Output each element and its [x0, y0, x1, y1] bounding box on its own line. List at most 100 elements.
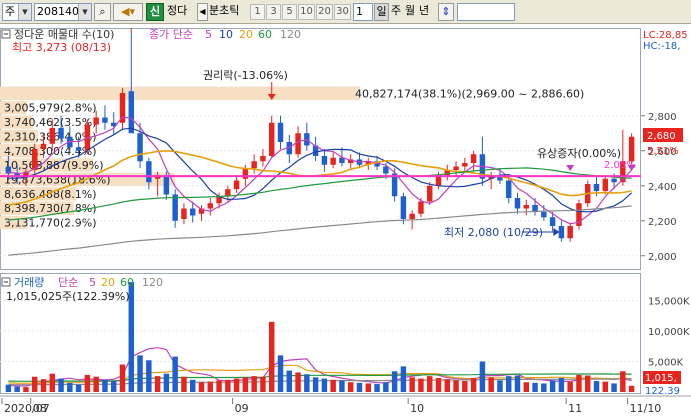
x-tick-label: 11/10: [630, 402, 662, 415]
new-badge[interactable]: 신: [146, 3, 164, 21]
candle-body: [163, 175, 170, 195]
volume-bar: [400, 366, 407, 392]
candle-body: [207, 203, 213, 209]
period-button-10[interactable]: 10: [298, 4, 315, 20]
candle-body: [418, 201, 424, 214]
code-input[interactable]: 208140 ▼: [34, 3, 92, 21]
volume-bar: [418, 378, 424, 392]
profile-bar: [0, 86, 360, 101]
candle-body: [453, 166, 459, 170]
chevron-down-icon[interactable]: ▼: [78, 4, 91, 20]
volume-ma-60: 60: [120, 276, 134, 289]
period-button-3[interactable]: 3: [266, 4, 281, 20]
ma-period-60: 60: [258, 28, 272, 41]
candle-body: [260, 156, 266, 162]
candle-body: [567, 226, 573, 239]
market-select[interactable]: 주 ▼: [2, 3, 32, 21]
period-value: 1: [356, 5, 363, 18]
candle-body: [233, 180, 240, 190]
candle-body: [49, 128, 55, 144]
prev-button[interactable]: ◀: [197, 3, 208, 21]
candle-body: [409, 213, 415, 219]
candle-body: [93, 117, 99, 125]
volume-bar: [154, 376, 161, 392]
volume-bar: [488, 377, 494, 392]
volume-bar: [497, 380, 503, 392]
ma-period-120: 120: [280, 28, 301, 41]
hc-label: HC:-18,: [643, 41, 680, 52]
volume-bar: [585, 375, 591, 392]
period-button-5[interactable]: 5: [282, 4, 297, 20]
candle-body: [251, 161, 257, 169]
volume-tick-label: 10,000K: [648, 327, 690, 338]
candle-body: [321, 156, 328, 165]
code-value: 208140: [37, 5, 79, 18]
volume-bar: [32, 376, 38, 392]
sort-button[interactable]: ⇕: [438, 3, 454, 21]
candle-body: [593, 184, 600, 191]
period-input[interactable]: 1: [353, 3, 373, 21]
volume-bar: [49, 373, 55, 392]
speaker-button[interactable]: ◀▾: [113, 3, 143, 21]
volume-bar: [330, 379, 336, 392]
y-tick-label: 2,200: [648, 217, 677, 228]
tick-label[interactable]: 분초틱: [209, 3, 249, 21]
volume-bar: [444, 379, 450, 392]
volume-panel-title: 거래량: [14, 276, 44, 289]
period-button-20[interactable]: 20: [316, 4, 333, 20]
rights-annotation: 권리락(-13.06%): [203, 69, 288, 82]
y-axis-area: [641, 28, 691, 394]
candle-body: [40, 143, 47, 149]
candle-body: [225, 189, 231, 197]
price-panel-title: 정다운 매물대 수(10): [14, 28, 114, 41]
volume-bar: [321, 378, 328, 392]
lc-label: LC:28,85: [643, 30, 688, 41]
candle-body: [506, 180, 512, 198]
stock-chart[interactable]: 40,827,174(38.1%)(2,969.00 ~ 2,886.60) 3,…: [0, 24, 691, 418]
candle-body: [137, 133, 143, 162]
x-tick-label: 08: [33, 402, 47, 415]
volume-bar: [549, 380, 556, 392]
scrollbar-track[interactable]: [0, 395, 691, 397]
current-change: 5.51%: [647, 146, 679, 157]
volume-bar: [339, 380, 345, 392]
candle-body: [383, 166, 389, 174]
volume-tick-label: 5,000K: [648, 357, 684, 368]
ma-period-10: 10: [219, 28, 233, 41]
volume-ma-label: 단순: [58, 276, 78, 289]
volume-bar: [233, 378, 240, 392]
chevron-down-icon[interactable]: ▼: [18, 4, 31, 20]
volume-bar: [383, 382, 389, 392]
volume-ma-120: 120: [142, 276, 163, 289]
chart-area[interactable]: 40,827,174(38.1%)(2,969.00 ~ 2,886.60) 3,…: [0, 24, 691, 418]
volume-bar: [14, 386, 20, 392]
volume-bar: [312, 377, 319, 392]
volume-bar: [286, 370, 292, 392]
week-button[interactable]: 주: [389, 3, 403, 21]
volume-bar: [93, 376, 99, 392]
profile-label: 8,636,488(8.1%): [4, 188, 97, 201]
candle-body: [470, 154, 477, 163]
volume-bar: [295, 372, 301, 392]
candle-body: [277, 122, 284, 142]
day-button[interactable]: 일: [374, 3, 389, 21]
volume-bar: [611, 383, 617, 392]
volume-bar: [269, 321, 275, 392]
speaker-icon: ◀▾: [121, 5, 135, 18]
ma-period-5: 5: [205, 28, 212, 41]
candle-body: [58, 128, 64, 139]
period-button-1[interactable]: 1: [250, 4, 265, 20]
volume-bar: [40, 379, 47, 392]
up-down-icon: ⇕: [441, 5, 451, 18]
extra-input[interactable]: [457, 3, 515, 21]
volume-ma-5: 5: [89, 276, 96, 289]
year-button[interactable]: 년: [417, 3, 431, 21]
search-button[interactable]: ⌕: [94, 3, 111, 21]
volume-bar: [628, 385, 635, 392]
volume-bar: [567, 381, 573, 392]
period-button-30[interactable]: 30: [334, 4, 351, 20]
candle-body: [119, 93, 126, 123]
volume-bar: [356, 382, 363, 392]
volume-bar: [304, 374, 310, 392]
month-button[interactable]: 월: [403, 3, 417, 21]
